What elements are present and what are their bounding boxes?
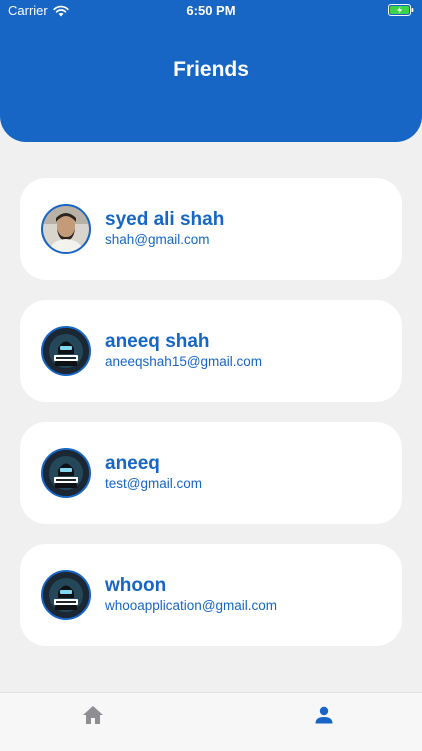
avatar — [41, 326, 91, 376]
person-icon — [315, 706, 333, 724]
battery-charging-icon — [388, 4, 414, 16]
person-photo-icon — [43, 206, 89, 252]
app-header: Carrier 6:50 PM Friends — [0, 0, 422, 142]
nav-home-button[interactable] — [81, 703, 105, 727]
avatar — [41, 204, 91, 254]
page-title: Friends — [173, 58, 249, 81]
friend-name: aneeq shah — [105, 331, 210, 352]
gamer-logo-icon — [43, 328, 89, 374]
gamer-logo-icon — [43, 572, 89, 618]
status-bar: Carrier 6:50 PM — [0, 0, 422, 22]
avatar — [41, 570, 91, 620]
gamer-logo-icon — [43, 450, 89, 496]
friend-card[interactable]: aneeq test@gmail.com — [20, 422, 402, 524]
bottom-nav — [0, 692, 422, 751]
friend-email: aneeqshah15@gmail.com — [105, 354, 263, 369]
friend-text: aneeq shah aneeqshah15@gmail.com — [105, 331, 262, 371]
friend-card[interactable]: aneeq shah aneeqshah15@gmail.com — [20, 300, 402, 402]
friend-name: whoon — [105, 575, 167, 596]
friend-email: whooapplication@gmail.com — [105, 598, 278, 613]
friend-text: whoon whooapplication@gmail.com — [105, 575, 277, 615]
friend-card[interactable]: syed ali shah shah@gmail.com — [20, 178, 402, 280]
home-icon — [83, 706, 103, 724]
friend-email: test@gmail.com — [105, 476, 202, 491]
status-time: 6:50 PM — [186, 3, 236, 18]
friend-card[interactable]: whoon whooapplication@gmail.com — [20, 544, 402, 646]
nav-profile-button[interactable] — [312, 703, 336, 727]
friend-name: syed ali shah — [105, 209, 225, 230]
friend-text: aneeq test@gmail.com — [105, 453, 202, 493]
friend-email: shah@gmail.com — [105, 232, 210, 247]
friend-text: syed ali shah shah@gmail.com — [105, 209, 224, 249]
friend-name: aneeq — [105, 453, 160, 474]
avatar — [41, 448, 91, 498]
friend-list: syed ali shah shah@gmail.com aneeq shah … — [20, 178, 402, 666]
